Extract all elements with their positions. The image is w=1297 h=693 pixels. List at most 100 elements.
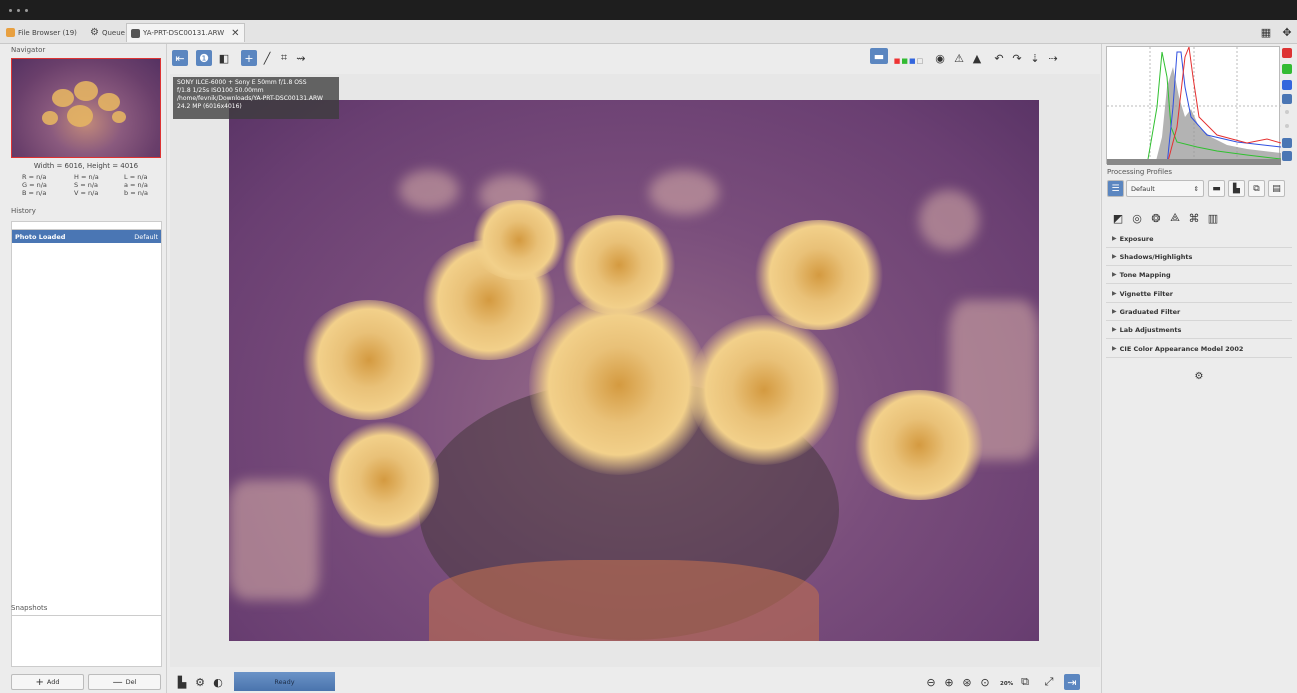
left-divider[interactable]: [166, 44, 167, 693]
spinner-icon: ⇕: [1193, 184, 1199, 193]
plus-icon: +: [35, 676, 44, 688]
crop-icon[interactable]: ⌗: [276, 50, 292, 66]
new-detail-window-icon[interactable]: ⧉: [1017, 674, 1033, 690]
save-icon[interactable]: ▙: [174, 674, 190, 690]
before-after-icon[interactable]: ◧: [216, 50, 232, 66]
tab-file-browser[interactable]: File Browser (19): [2, 23, 81, 42]
hand-tool-icon[interactable]: +: [241, 50, 257, 66]
save-profile-icon[interactable]: ▙: [1228, 180, 1245, 197]
rgb-readout: R = n/a G = n/a B = n/a: [22, 173, 47, 197]
snapshots-list[interactable]: [11, 615, 162, 667]
gear-icon: ⚙: [1194, 370, 1204, 382]
profile-partial-icon[interactable]: ☰: [1107, 180, 1124, 197]
exif-settings: f/1.8 1/25s ISO100 50.00mm: [177, 87, 264, 94]
history-title: History: [11, 207, 36, 215]
metadata-tab-icon[interactable]: ▥: [1205, 210, 1221, 226]
paste-profile-icon[interactable]: ▤: [1268, 180, 1285, 197]
window-close-dot[interactable]: [9, 9, 12, 12]
external-editor-icon[interactable]: ◐: [210, 674, 226, 690]
info-icon[interactable]: ❶: [196, 50, 212, 66]
close-icon[interactable]: ✕: [231, 28, 239, 39]
tool-graduated-filter[interactable]: ▶ Graduated Filter: [1106, 303, 1292, 321]
queue-add-icon[interactable]: ⚙: [192, 674, 208, 690]
zoom-level: 20%: [1000, 681, 1014, 687]
channel-toggles[interactable]: ■ ■ ■ □: [889, 53, 929, 69]
move-icon[interactable]: ✥: [1279, 24, 1295, 40]
tool-ciecam02-label: CIE Color Appearance Model 2002: [1119, 344, 1244, 353]
histogram-bar-toggle[interactable]: [1282, 138, 1292, 148]
add-label: Add: [46, 678, 60, 686]
histogram-red-toggle[interactable]: [1282, 48, 1292, 58]
zoom-100-icon[interactable]: ⊙: [977, 674, 993, 690]
navigator-preview[interactable]: [11, 58, 161, 158]
load-profile-icon[interactable]: ▬: [1208, 180, 1225, 197]
delete-snapshot-button[interactable]: — Del: [88, 674, 161, 690]
flip-vertical-icon[interactable]: ⇣: [1027, 50, 1043, 66]
tab-editor[interactable]: YA-PRT-DSC00131.ARW ✕: [126, 23, 245, 42]
focus-mask-icon[interactable]: ◉: [932, 50, 948, 66]
histogram-raw-toggle[interactable]: [1285, 124, 1289, 128]
expander-icon: ▶: [1112, 271, 1117, 278]
navigator-title: Navigator: [11, 46, 46, 54]
zoom-fit-icon[interactable]: ⊛: [959, 674, 975, 690]
expander-icon: ▶: [1112, 326, 1117, 333]
tool-tone-mapping[interactable]: ▶ Tone Mapping: [1106, 266, 1292, 284]
del-label: Del: [125, 678, 137, 686]
tool-tone-mapping-label: Tone Mapping: [1119, 270, 1171, 279]
straighten-icon[interactable]: ⇝: [293, 50, 309, 66]
profile-select[interactable]: Default ⇕: [1126, 180, 1204, 197]
histogram: [1106, 45, 1282, 166]
tool-graduated-filter-label: Graduated Filter: [1119, 307, 1181, 316]
hide-right-panel-icon[interactable]: ⇥: [1064, 674, 1080, 690]
highlight-clip-warning-icon[interactable]: ▲: [969, 50, 985, 66]
history-list[interactable]: Photo Loaded Default: [11, 229, 162, 641]
exif-size: 24.2 MP (6016x4016): [177, 103, 242, 110]
tool-exposure[interactable]: ▶ Exposure: [1106, 230, 1292, 248]
layout-icon[interactable]: ▦: [1258, 24, 1274, 40]
white-balance-picker-icon[interactable]: ╱: [259, 50, 275, 66]
expander-icon: ▶: [1112, 308, 1117, 315]
editor-toolbar: ⇤ ❶ ◧ + ╱ ⌗ ⇝ ▬ ■ ■ ■ □ ◉ ⚠ ▲ ↶ ↷ ⇣ ⇢: [170, 44, 1100, 74]
histogram-mode-toggle[interactable]: [1282, 151, 1292, 161]
tool-shadows-highlights[interactable]: ▶ Shadows/Highlights: [1106, 248, 1292, 266]
histogram-chroma-toggle[interactable]: [1285, 110, 1289, 114]
tool-ciecam02[interactable]: ▶ CIE Color Appearance Model 2002: [1106, 340, 1292, 358]
flip-horizontal-icon[interactable]: ⇢: [1045, 50, 1061, 66]
history-row[interactable]: Photo Loaded Default: [12, 230, 161, 243]
tool-vignette-filter-label: Vignette Filter: [1119, 289, 1173, 298]
right-divider[interactable]: [1101, 44, 1102, 693]
shadow-clip-warning-icon[interactable]: ⚠: [951, 50, 967, 66]
zoom-in-icon[interactable]: ⊕: [941, 674, 957, 690]
histogram-blue-toggle[interactable]: [1282, 80, 1292, 90]
folder-icon: [6, 28, 15, 37]
expander-icon: ▶: [1112, 235, 1117, 242]
preview-mode-icon[interactable]: ▬: [870, 48, 888, 64]
histogram-green-toggle[interactable]: [1282, 64, 1292, 74]
history-row-value: Default: [134, 232, 158, 241]
tab-queue[interactable]: ⚙ Queue: [86, 23, 129, 42]
fullscreen-icon[interactable]: ⤢: [1041, 674, 1057, 690]
tool-lab-adjustments-label: Lab Adjustments: [1119, 325, 1182, 334]
tab-editor-label: YA-PRT-DSC00131.ARW: [143, 29, 225, 37]
rotate-left-icon[interactable]: ↶: [991, 50, 1007, 66]
left-panel: Navigator Width = 6016, Height = 4016 R …: [8, 44, 164, 693]
color-tab-icon[interactable]: ❂: [1148, 210, 1164, 226]
copy-profile-icon[interactable]: ⧉: [1248, 180, 1265, 197]
add-snapshot-button[interactable]: + Add: [11, 674, 84, 690]
window-minimize-dot[interactable]: [17, 9, 20, 12]
tab-queue-label: Queue: [101, 28, 125, 37]
histogram-luminance-toggle[interactable]: [1282, 94, 1292, 104]
hide-left-panel-icon[interactable]: ⇤: [172, 50, 188, 66]
tool-lab-adjustments[interactable]: ▶ Lab Adjustments: [1106, 321, 1292, 339]
zoom-out-icon[interactable]: ⊖: [923, 674, 939, 690]
transform-tab-icon[interactable]: ⟁: [1167, 210, 1183, 226]
tool-shadows-highlights-label: Shadows/Highlights: [1119, 252, 1193, 261]
rotate-right-icon[interactable]: ↷: [1009, 50, 1025, 66]
expander-icon: ▶: [1112, 345, 1117, 352]
window-maximize-dot[interactable]: [25, 9, 28, 12]
exposure-tab-icon[interactable]: ◩: [1110, 210, 1126, 226]
detail-tab-icon[interactable]: ◎: [1129, 210, 1145, 226]
raw-tab-icon[interactable]: ⌘: [1186, 210, 1202, 226]
tool-vignette-filter[interactable]: ▶ Vignette Filter: [1106, 285, 1292, 303]
main-photo[interactable]: [229, 100, 1039, 641]
